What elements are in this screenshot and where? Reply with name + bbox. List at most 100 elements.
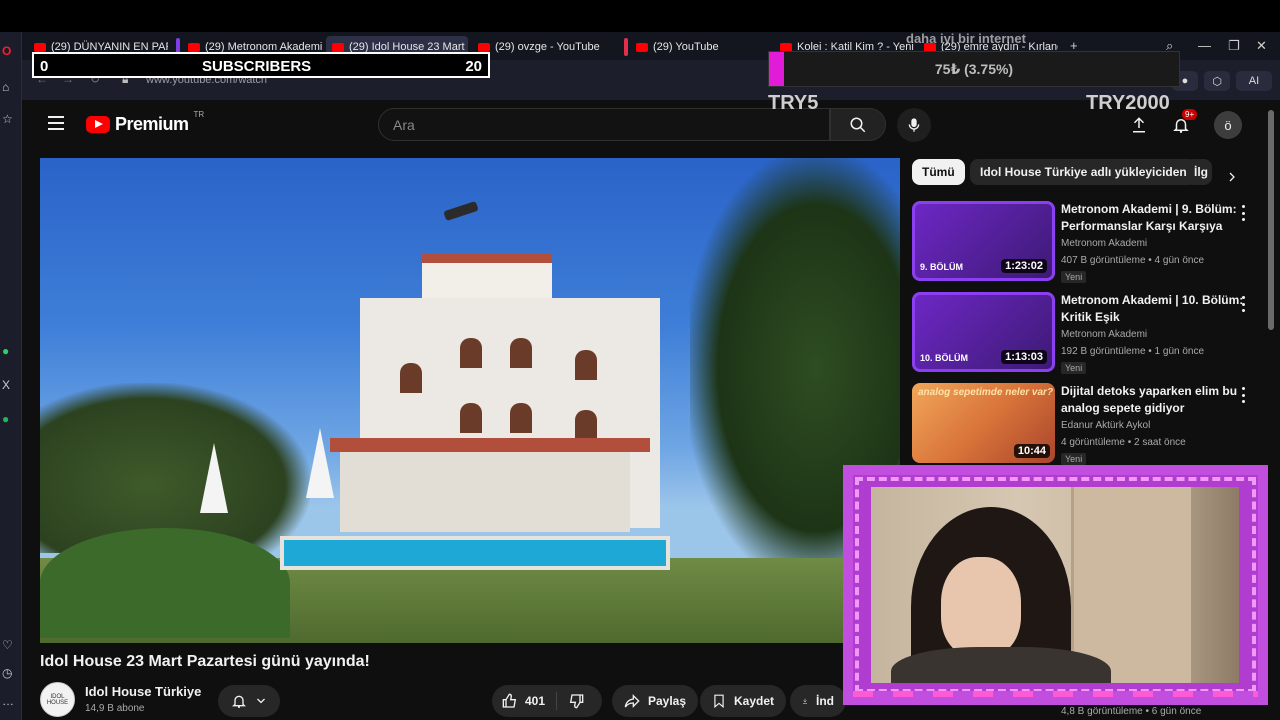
thumbnail-label: 9. BÖLÜM: [920, 262, 964, 272]
upload-icon: [1133, 117, 1145, 133]
drone: [443, 200, 479, 222]
history-icon[interactable]: ◷: [0, 664, 22, 682]
more-icon[interactable]: …: [0, 692, 22, 710]
more-options-icon[interactable]: [1242, 205, 1246, 221]
save-label: Kaydet: [734, 694, 775, 708]
recommendation-meta: 192 B görüntüleme • 1 gün önce: [1061, 346, 1205, 357]
browser-tab[interactable]: (29) ovzge - YouTube: [472, 36, 612, 58]
opera-logo-icon[interactable]: O: [0, 42, 22, 60]
tab-label: (29) ovzge - YouTube: [495, 41, 600, 53]
youtube-play-icon: [86, 116, 110, 133]
logo-region: TR: [193, 110, 205, 119]
spotify-icon[interactable]: ●: [0, 410, 22, 428]
youtube-favicon-icon: [332, 42, 344, 52]
chips-next-button[interactable]: [1220, 165, 1244, 189]
x-icon[interactable]: X: [0, 376, 22, 394]
donation-goal-title: daha iyi bir internet: [906, 31, 1026, 46]
recommendation-title[interactable]: Metronom Akademi | 9. Bölüm: Performansl…: [1061, 201, 1246, 235]
extensions-icon[interactable]: ⬡: [1204, 71, 1230, 91]
chip-all[interactable]: Tümü: [912, 159, 965, 185]
house-window: [460, 403, 482, 433]
video-thumbnail[interactable]: 9. BÖLÜM 1:23:02: [912, 201, 1055, 281]
umbrella: [200, 443, 228, 513]
webcam-frame-stripe: [853, 691, 1258, 697]
logo-text: Premium: [115, 114, 189, 134]
channel-name[interactable]: Idol House Türkiye: [85, 684, 201, 699]
home-icon[interactable]: ⌂: [0, 78, 22, 96]
house-window: [460, 338, 482, 368]
channel-avatar[interactable]: IDOL HOUSE: [40, 682, 75, 717]
sub-goal-current: 0: [40, 58, 49, 75]
house-window: [575, 410, 597, 440]
ai-button[interactable]: AI: [1236, 71, 1272, 91]
menu-icon[interactable]: [48, 116, 64, 130]
pool: [280, 536, 670, 570]
recommendation-item[interactable]: 10. BÖLÜM 1:13:03 Metronom Akademi | 10.…: [912, 292, 1262, 376]
bookmark-icon: [714, 694, 724, 709]
star-icon[interactable]: ☆: [0, 110, 22, 128]
search-input[interactable]: [393, 116, 829, 133]
page-scrollbar[interactable]: [1268, 110, 1274, 330]
like-button[interactable]: 401: [502, 685, 545, 717]
search-button[interactable]: [830, 108, 886, 141]
video-thumbnail[interactable]: 10. BÖLÜM 1:13:03: [912, 292, 1055, 372]
notification-badge: 9+: [1182, 109, 1198, 120]
download-icon: [803, 698, 807, 704]
thumbs-up-icon: [502, 693, 517, 708]
video-player[interactable]: [40, 158, 900, 643]
upload-button[interactable]: [1126, 112, 1152, 138]
save-button[interactable]: Kaydet: [700, 685, 787, 717]
maximize-icon[interactable]: ❐: [1228, 38, 1240, 54]
subscriber-goal-overlay: 0 SUBSCRIBERS 20: [32, 52, 490, 78]
donation-goal-min: TRY5: [768, 92, 819, 114]
close-window-icon[interactable]: ✕: [1256, 38, 1267, 54]
house-window: [510, 403, 532, 433]
account-avatar[interactable]: ö: [1214, 111, 1242, 139]
donation-goal-bar: 75₺ (3.75%): [768, 51, 1180, 87]
thumbnail-label: analog sepetimde neler var?: [918, 387, 1054, 398]
more-options-icon[interactable]: [1242, 296, 1246, 312]
ai-label: AI: [1248, 75, 1260, 87]
whatsapp-icon[interactable]: ●: [0, 342, 22, 360]
house-window: [400, 363, 422, 393]
notifications-button[interactable]: 9+: [1168, 109, 1198, 138]
minimize-icon[interactable]: —: [1198, 38, 1211, 53]
house-balcony: [330, 438, 650, 452]
bell-icon: [232, 695, 246, 709]
youtube-favicon-icon: [34, 42, 46, 52]
voice-search-button[interactable]: [897, 108, 931, 142]
browser-sidebar: O ⌂ ☆ ● X ● ♡ ◷ …: [0, 32, 22, 720]
umbrella: [306, 428, 334, 498]
dislike-button[interactable]: [568, 685, 584, 717]
recommendation-channel[interactable]: Metronom Akademi: [1061, 329, 1147, 340]
tab-group-marker: [624, 38, 628, 56]
subscription-bell-button[interactable]: [218, 685, 280, 717]
heart-icon[interactable]: ♡: [0, 636, 22, 654]
youtube-favicon-icon: [188, 42, 200, 52]
recommendation-item[interactable]: analog sepetimde neler var? 10:44 Dijita…: [912, 383, 1262, 467]
video-duration: 1:13:03: [1001, 350, 1047, 364]
video-thumbnail[interactable]: analog sepetimde neler var? 10:44: [912, 383, 1055, 463]
youtube-logo[interactable]: Premium TR: [86, 110, 204, 135]
thumbnail-label: 10. BÖLÜM: [920, 353, 969, 363]
chevron-right-icon: [1229, 172, 1235, 182]
browser-tab[interactable]: (29) YouTube: [630, 36, 770, 58]
chip-uploader[interactable]: Idol House Türkiye adlı yükleyiciden: [970, 159, 1197, 185]
recommendation-title[interactable]: Dijital detoks yaparken elim bu analog s…: [1061, 383, 1246, 417]
video-duration: 10:44: [1013, 444, 1050, 458]
recommendation-item[interactable]: 9. BÖLÜM 1:23:02 Metronom Akademi | 9. B…: [912, 201, 1262, 285]
share-button[interactable]: Paylaş: [612, 685, 699, 717]
recommendation-title[interactable]: Metronom Akademi | 10. Bölüm: Kritik Eşi…: [1061, 292, 1246, 326]
streamer-face: [941, 557, 1021, 657]
search-icon: [850, 117, 866, 132]
microphone-icon: [908, 118, 920, 132]
more-options-icon[interactable]: [1242, 387, 1246, 403]
chip-related[interactable]: İlg: [1186, 159, 1212, 185]
download-label: İnd: [816, 694, 834, 708]
download-button[interactable]: İnd: [790, 685, 846, 717]
recommendation-channel[interactable]: Metronom Akademi: [1061, 238, 1147, 249]
sub-goal-label: SUBSCRIBERS: [202, 58, 312, 75]
house-window: [575, 350, 597, 380]
like-count: 401: [525, 694, 546, 708]
recommendation-channel[interactable]: Edanur Aktürk Aykol: [1061, 420, 1150, 431]
